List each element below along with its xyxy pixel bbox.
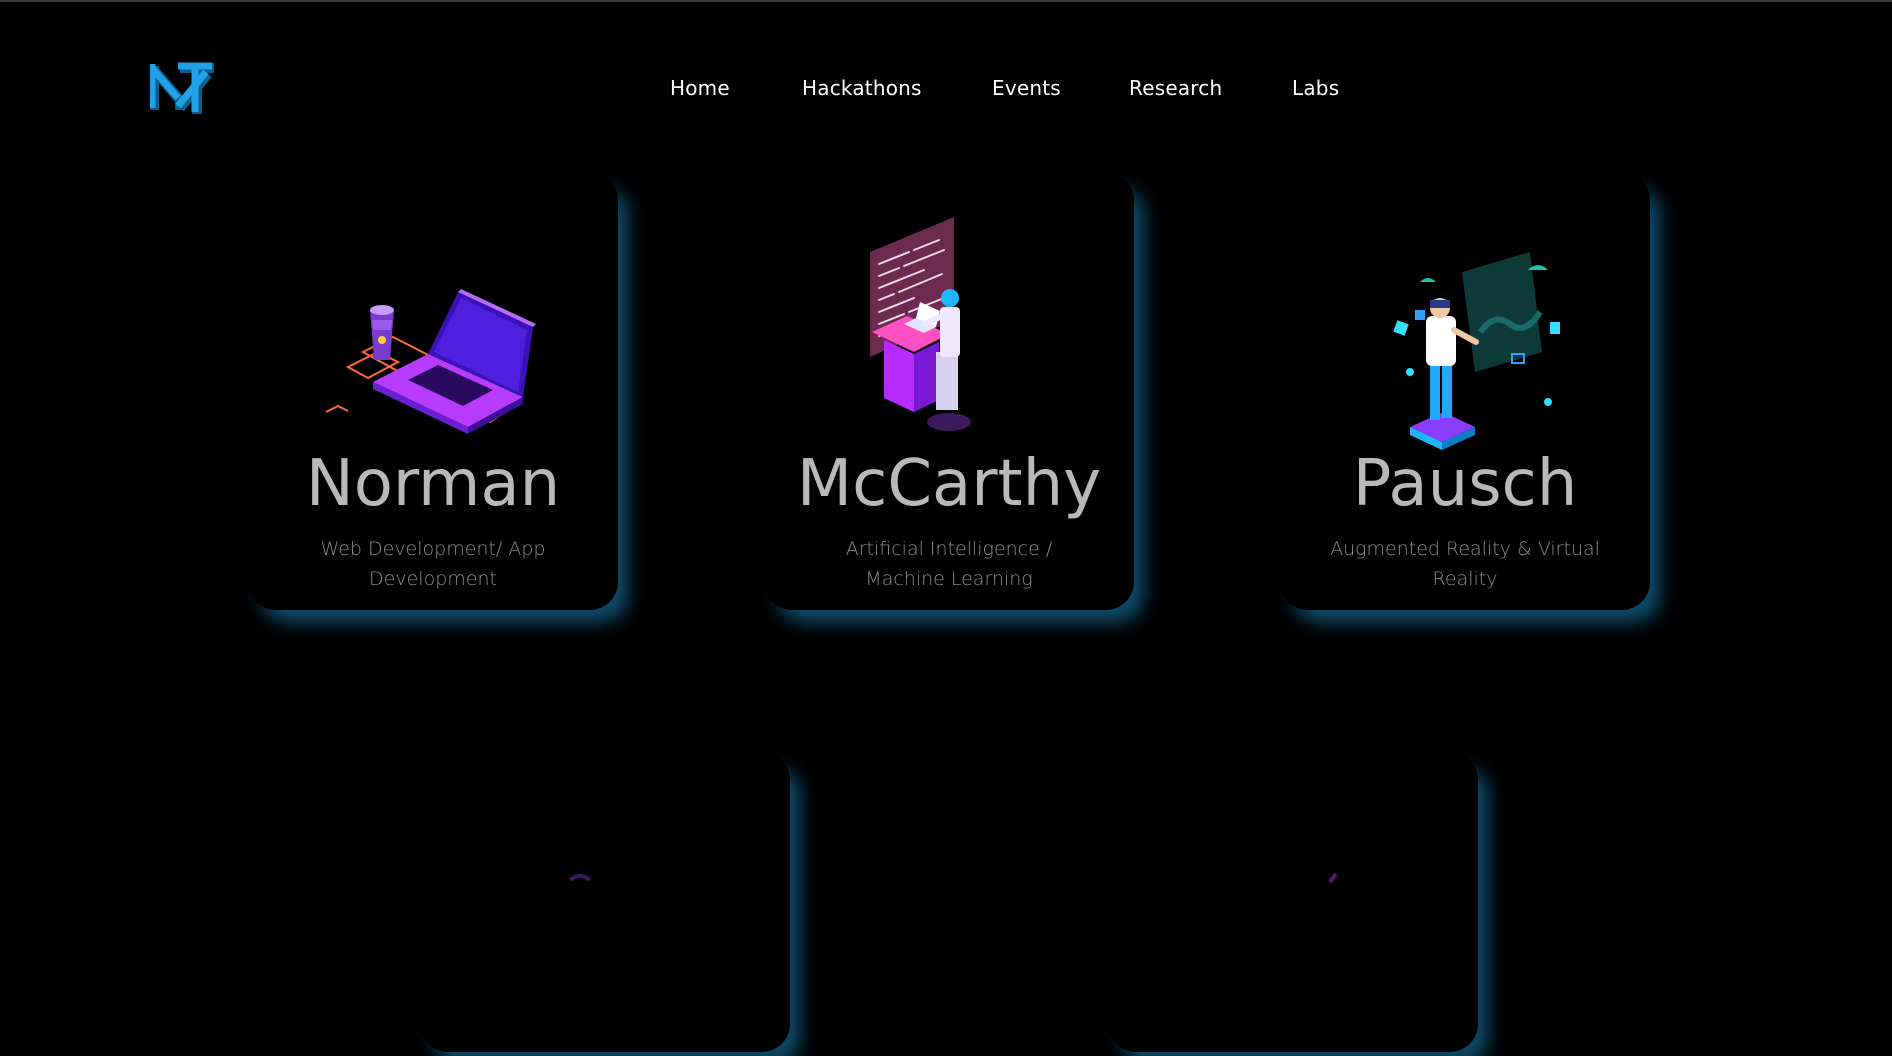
- card-title: McCarthy: [796, 447, 1102, 521]
- lab-card-pausch[interactable]: Pausch Augmented Reality & Virtual Reali…: [1280, 172, 1650, 610]
- lab-card-mccarthy[interactable]: McCarthy Artificial Intelligence / Machi…: [764, 172, 1134, 610]
- vr-user-illustration-icon: [1280, 212, 1650, 452]
- lab-card-partial-right[interactable]: [1108, 752, 1478, 1052]
- laptop-illustration-icon: [248, 212, 618, 452]
- card-subtitle: Artificial Intelligence / Machine Learni…: [845, 538, 1053, 590]
- card-subtitle: Augmented Reality & Virtual Reality: [1330, 538, 1600, 590]
- nav-labs[interactable]: Labs: [1292, 76, 1339, 100]
- nav-events[interactable]: Events: [992, 76, 1061, 100]
- card-title: Norman: [305, 447, 561, 521]
- partial-illustration-icon: [568, 874, 592, 882]
- top-border: [0, 0, 1892, 2]
- ai-developer-illustration-icon: [764, 212, 1134, 452]
- partial-illustration-icon: [1328, 872, 1338, 884]
- nav-research[interactable]: Research: [1129, 76, 1222, 100]
- nav-home[interactable]: Home: [670, 76, 730, 100]
- nav-hackathons[interactable]: Hackathons: [802, 76, 922, 100]
- lab-card-norman[interactable]: Norman Web Development/ App Development: [248, 172, 618, 610]
- lab-card-partial-left[interactable]: [420, 752, 790, 1052]
- card-subtitle: Web Development/ App Development: [320, 538, 546, 590]
- main-nav: Home Hackathons Events Research Labs: [0, 76, 1892, 106]
- card-title: Pausch: [1352, 447, 1578, 521]
